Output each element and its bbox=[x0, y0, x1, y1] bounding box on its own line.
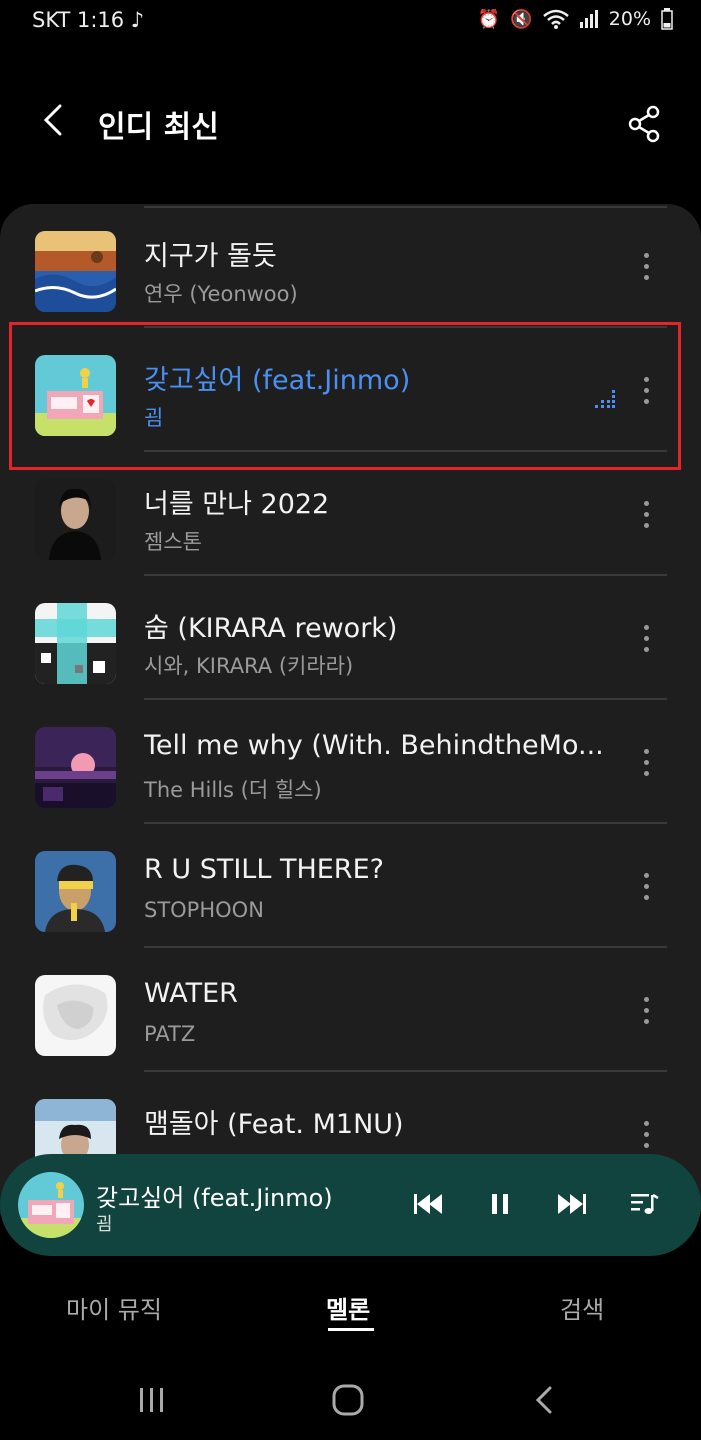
song-artist: 시와, KIRARA (키라라) bbox=[144, 654, 354, 678]
mute-icon: 🔇 bbox=[510, 8, 533, 30]
tab-search[interactable]: 검색 bbox=[560, 1290, 604, 1325]
home-button[interactable] bbox=[328, 1382, 368, 1422]
share-icon bbox=[628, 105, 660, 143]
playlist-icon bbox=[631, 1193, 659, 1214]
more-options-button[interactable] bbox=[630, 1114, 662, 1154]
bottom-tabs: 마이 뮤직 멜론 검색 bbox=[0, 1280, 701, 1340]
song-row[interactable]: 너를 만나 2022 젬스톤 bbox=[0, 452, 701, 576]
album-art[interactable] bbox=[35, 975, 116, 1056]
active-tab-indicator bbox=[328, 1328, 374, 1331]
skip-next-icon bbox=[558, 1194, 586, 1214]
share-button[interactable] bbox=[627, 104, 663, 144]
song-row[interactable]: R U STILL THERE? STOPHOON bbox=[0, 824, 701, 948]
previous-button[interactable] bbox=[408, 1184, 448, 1224]
more-options-button[interactable] bbox=[630, 866, 662, 906]
song-title: WATER bbox=[144, 978, 238, 1009]
tab-my-music[interactable]: 마이 뮤직 bbox=[66, 1290, 162, 1325]
header: 인디 최신 bbox=[0, 80, 701, 170]
song-title: 숨 (KIRARA rework) bbox=[144, 613, 398, 644]
next-button[interactable] bbox=[552, 1184, 592, 1224]
system-back-button[interactable] bbox=[528, 1382, 568, 1422]
alarm-icon: ⏰ bbox=[477, 8, 501, 30]
signal-icon bbox=[579, 10, 598, 28]
song-row[interactable]: WATER PATZ bbox=[0, 948, 701, 1072]
song-artist: 젬스톤 bbox=[144, 530, 202, 554]
song-row[interactable]: 지구가 돌듯 연우 (Yeonwoo) bbox=[0, 204, 701, 328]
song-artist: The Hills (더 힐스) bbox=[144, 778, 322, 802]
song-row[interactable]: Tell me why (With. BehindtheMo... The Hi… bbox=[0, 700, 701, 824]
mini-player[interactable]: 갖고싶어 (feat.Jinmo) 굄 bbox=[0, 1154, 701, 1256]
battery-percent: 20% bbox=[608, 8, 651, 30]
status-icons: ⏰ 🔇 20% bbox=[478, 8, 673, 30]
tab-melon[interactable]: 멜론 bbox=[326, 1290, 370, 1325]
more-options-button[interactable] bbox=[630, 742, 662, 782]
album-art[interactable] bbox=[35, 851, 116, 932]
album-art[interactable] bbox=[35, 479, 116, 560]
recent-apps-icon bbox=[140, 1388, 163, 1412]
battery-icon bbox=[661, 8, 673, 30]
more-options-button[interactable] bbox=[630, 246, 662, 286]
song-title: 맴돌아 (Feat. M1NU) bbox=[144, 1109, 404, 1140]
mini-player-artist: 굄 bbox=[96, 1214, 113, 1235]
song-title: 지구가 돌듯 bbox=[144, 241, 277, 272]
song-title: R U STILL THERE? bbox=[144, 854, 384, 885]
mini-player-album-art[interactable] bbox=[18, 1172, 84, 1238]
song-artist: 연우 (Yeonwoo) bbox=[144, 282, 298, 306]
more-options-button[interactable] bbox=[630, 618, 662, 658]
mini-player-title: 갖고싶어 (feat.Jinmo) bbox=[96, 1184, 333, 1212]
song-title: Tell me why (With. BehindtheMo... bbox=[144, 730, 604, 761]
status-time: SKT 1:16 ♪ bbox=[32, 8, 145, 32]
chevron-left-icon bbox=[43, 104, 62, 136]
more-options-button[interactable] bbox=[630, 494, 662, 534]
system-nav-bar bbox=[0, 1360, 701, 1440]
song-title: 너를 만나 2022 bbox=[144, 489, 330, 520]
page-title: 인디 최신 bbox=[98, 110, 219, 145]
album-art[interactable] bbox=[35, 603, 116, 684]
back-icon bbox=[535, 1386, 552, 1414]
album-art[interactable] bbox=[35, 727, 116, 808]
playlist-button[interactable] bbox=[624, 1184, 664, 1224]
album-art[interactable] bbox=[35, 231, 116, 312]
more-options-button[interactable] bbox=[630, 990, 662, 1030]
wifi-icon bbox=[542, 9, 569, 29]
pause-icon bbox=[492, 1194, 508, 1214]
skip-previous-icon bbox=[414, 1194, 442, 1214]
home-icon bbox=[332, 1384, 364, 1416]
song-row[interactable]: 숨 (KIRARA rework) 시와, KIRARA (키라라) bbox=[0, 576, 701, 700]
status-bar: SKT 1:16 ♪ ⏰ 🔇 20% bbox=[0, 0, 701, 44]
song-artist: PATZ bbox=[144, 1022, 196, 1046]
back-button[interactable] bbox=[38, 100, 78, 146]
recent-apps-button[interactable] bbox=[134, 1382, 174, 1422]
pause-button[interactable] bbox=[480, 1184, 520, 1224]
selection-highlight bbox=[9, 322, 681, 470]
song-artist: STOPHOON bbox=[144, 898, 264, 922]
